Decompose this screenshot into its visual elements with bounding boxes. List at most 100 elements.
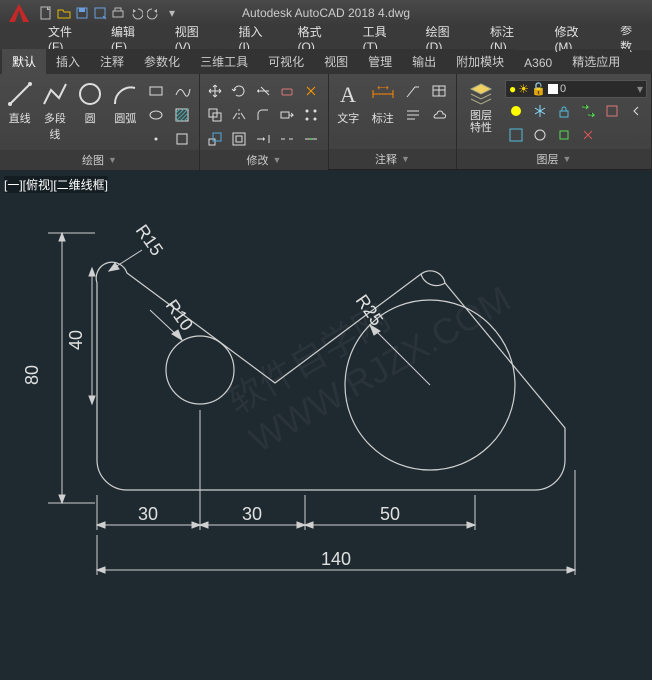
tab-view[interactable]: 视图 bbox=[314, 49, 358, 74]
qat-undo-icon[interactable] bbox=[128, 5, 144, 21]
chevron-down-icon: ▼ bbox=[563, 154, 572, 164]
array-icon[interactable] bbox=[300, 104, 322, 126]
stretch-icon[interactable] bbox=[276, 104, 298, 126]
svg-text:⟷: ⟷ bbox=[377, 83, 389, 92]
tab-insert[interactable]: 插入 bbox=[46, 49, 90, 74]
panel-annotate: A 文字 ⟷ 标注 注释▼ bbox=[329, 74, 457, 169]
dimension-icon: ⟷ bbox=[369, 80, 397, 108]
tab-featured[interactable]: 精选应用 bbox=[562, 49, 630, 74]
bulb-icon: ● bbox=[509, 82, 516, 96]
trim-icon[interactable] bbox=[252, 80, 274, 102]
layer-freeze-icon[interactable] bbox=[529, 100, 551, 122]
sun-icon: ☀ bbox=[518, 82, 529, 96]
qat-open-icon[interactable] bbox=[56, 5, 72, 21]
panel-modify: 修改▼ bbox=[200, 74, 329, 169]
scale-icon[interactable] bbox=[204, 128, 226, 150]
titlebar: ▾ Autodesk AutoCAD 2018 4.dwg bbox=[0, 0, 652, 26]
tab-default[interactable]: 默认 bbox=[2, 49, 46, 74]
svg-text:A: A bbox=[340, 82, 356, 107]
layer-lock-icon[interactable] bbox=[553, 100, 575, 122]
point-icon[interactable] bbox=[145, 128, 167, 150]
layer-dropdown[interactable]: ● ☀ 🔓 0 ▾ bbox=[505, 80, 647, 98]
mirror-icon[interactable] bbox=[228, 104, 250, 126]
menubar: 文件(F) 编辑(E) 视图(V) 插入(I) 格式(O) 工具(T) 绘图(D… bbox=[0, 26, 652, 50]
tab-visualize[interactable]: 可视化 bbox=[258, 49, 314, 74]
join-icon[interactable] bbox=[300, 128, 322, 150]
annotate-small bbox=[402, 76, 452, 126]
break-icon[interactable] bbox=[276, 128, 298, 150]
explode-icon[interactable] bbox=[300, 80, 322, 102]
tab-addons[interactable]: 附加模块 bbox=[446, 49, 514, 74]
dim-40: 40 bbox=[66, 330, 86, 350]
layer-off-icon[interactable] bbox=[505, 100, 527, 122]
tab-a360[interactable]: A360 bbox=[514, 52, 562, 74]
dim-r25: R25 bbox=[352, 291, 387, 330]
layer-merge-icon[interactable] bbox=[553, 124, 575, 146]
ribbon: 直线 多段线 圆 圆弧 绘图▼ bbox=[0, 74, 652, 170]
dim-140: 140 bbox=[321, 549, 351, 569]
tab-manage[interactable]: 管理 bbox=[358, 49, 402, 74]
panel-layers: 图层特性 ● ☀ 🔓 0 ▾ bbox=[457, 74, 652, 169]
layer-match-icon[interactable] bbox=[577, 100, 599, 122]
color-swatch bbox=[548, 84, 558, 94]
hatch-icon[interactable] bbox=[171, 104, 193, 126]
dim-30a: 30 bbox=[138, 504, 158, 524]
polyline-button[interactable]: 多段线 bbox=[39, 76, 70, 142]
panel-modify-title[interactable]: 修改▼ bbox=[200, 150, 328, 170]
table-icon[interactable] bbox=[428, 80, 450, 102]
qat-redo-icon[interactable] bbox=[146, 5, 162, 21]
layer-state-icon[interactable] bbox=[505, 124, 527, 146]
panel-draw-title[interactable]: 绘图▼ bbox=[0, 150, 199, 170]
layer-prev-icon[interactable] bbox=[625, 100, 647, 122]
layer-iso-icon[interactable] bbox=[601, 100, 623, 122]
spline-icon[interactable] bbox=[171, 80, 193, 102]
drawing-canvas[interactable]: [一][俯视][二维线框] 软件自学网WWW.RJZX.COM bbox=[0, 170, 652, 680]
layer-delete-icon[interactable] bbox=[577, 124, 599, 146]
tab-3dtools[interactable]: 三维工具 bbox=[190, 49, 258, 74]
offset-icon[interactable] bbox=[228, 128, 250, 150]
panel-annotate-title[interactable]: 注释▼ bbox=[329, 149, 456, 169]
tab-output[interactable]: 输出 bbox=[402, 49, 446, 74]
quick-access-toolbar: ▾ bbox=[38, 5, 180, 21]
text-button[interactable]: A 文字 bbox=[333, 76, 364, 126]
arc-button[interactable]: 圆弧 bbox=[110, 76, 141, 126]
layer-walk-icon[interactable] bbox=[529, 124, 551, 146]
cloud-icon[interactable] bbox=[428, 104, 450, 126]
panel-layers-title[interactable]: 图层▼ bbox=[457, 149, 651, 169]
line-button[interactable]: 直线 bbox=[4, 76, 35, 126]
region-icon[interactable] bbox=[171, 128, 193, 150]
qat-plot-icon[interactable] bbox=[110, 5, 126, 21]
qat-new-icon[interactable] bbox=[38, 5, 54, 21]
ellipse-icon[interactable] bbox=[145, 104, 167, 126]
leader-icon[interactable] bbox=[402, 80, 424, 102]
move-icon[interactable] bbox=[204, 80, 226, 102]
polyline-icon bbox=[41, 80, 69, 108]
layer-properties-button[interactable]: 图层特性 bbox=[461, 76, 501, 134]
chevron-down-icon: ▼ bbox=[108, 155, 117, 165]
drawing-svg: 80 40 30 30 50 140 R15 R10 R25 bbox=[0, 170, 652, 680]
tab-annotate[interactable]: 注释 bbox=[90, 49, 134, 74]
rectangle-icon[interactable] bbox=[145, 80, 167, 102]
ribbon-tabs: 默认 插入 注释 参数化 三维工具 可视化 视图 管理 输出 附加模块 A360… bbox=[0, 50, 652, 74]
mtext-icon[interactable] bbox=[402, 104, 424, 126]
circle-button[interactable]: 圆 bbox=[75, 76, 106, 126]
tab-parametric[interactable]: 参数化 bbox=[134, 49, 190, 74]
fillet-icon[interactable] bbox=[252, 104, 274, 126]
erase-icon[interactable] bbox=[276, 80, 298, 102]
text-icon: A bbox=[334, 80, 362, 108]
copy-icon[interactable] bbox=[204, 104, 226, 126]
dimension-button[interactable]: ⟷ 标注 bbox=[368, 76, 399, 126]
circle-icon bbox=[76, 80, 104, 108]
dim-30b: 30 bbox=[242, 504, 262, 524]
extend-icon[interactable] bbox=[252, 128, 274, 150]
rotate-icon[interactable] bbox=[228, 80, 250, 102]
qat-dropdown-icon[interactable]: ▾ bbox=[164, 5, 180, 21]
arc-icon bbox=[111, 80, 139, 108]
window-title: Autodesk AutoCAD 2018 4.dwg bbox=[242, 6, 410, 20]
draw-small-buttons bbox=[145, 76, 195, 150]
layers-icon bbox=[467, 80, 495, 108]
app-menu-button[interactable] bbox=[4, 0, 34, 26]
qat-saveas-icon[interactable] bbox=[92, 5, 108, 21]
chevron-down-icon: ▾ bbox=[637, 82, 643, 96]
qat-save-icon[interactable] bbox=[74, 5, 90, 21]
